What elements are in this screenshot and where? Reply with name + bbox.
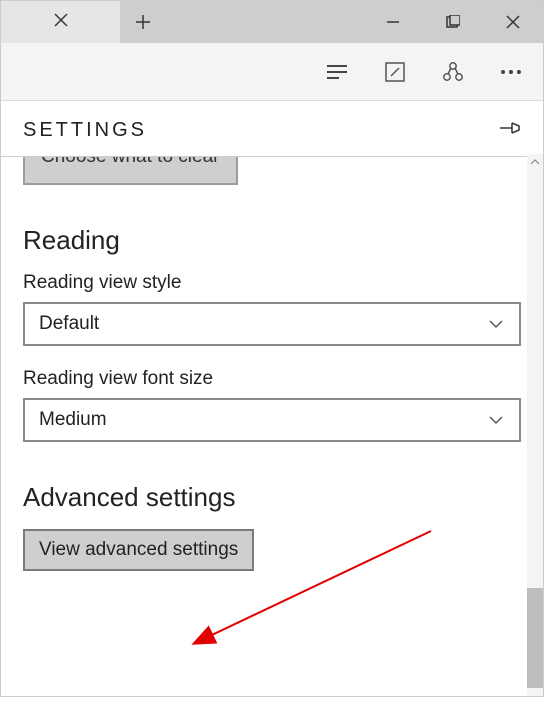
share-icon[interactable] — [429, 48, 477, 96]
chevron-down-icon — [487, 411, 505, 429]
reading-fontsize-label: Reading view font size — [23, 368, 521, 390]
web-note-icon[interactable] — [371, 48, 419, 96]
panel-title: SETTINGS — [23, 119, 147, 142]
scrollbar[interactable] — [527, 154, 543, 696]
panel-header: SETTINGS — [1, 101, 543, 157]
tab[interactable] — [1, 1, 120, 43]
view-advanced-label: View advanced settings — [39, 539, 238, 560]
advanced-heading: Advanced settings — [23, 482, 521, 513]
panel-body: Choose what to clear Reading Reading vie… — [1, 157, 543, 702]
chevron-down-icon — [487, 315, 505, 333]
scroll-up-icon[interactable] — [527, 154, 543, 170]
titlebar — [1, 1, 543, 43]
close-tab-icon[interactable] — [53, 11, 69, 34]
pin-icon[interactable] — [499, 120, 521, 141]
view-advanced-settings-button[interactable]: View advanced settings — [23, 529, 254, 571]
choose-clear-label: Choose what to clear — [41, 157, 220, 168]
minimize-button[interactable] — [363, 1, 423, 43]
reading-view-icon[interactable] — [313, 48, 361, 96]
reading-style-value: Default — [39, 313, 99, 335]
new-tab-button[interactable] — [120, 1, 166, 43]
maximize-button[interactable] — [423, 1, 483, 43]
reading-heading: Reading — [23, 225, 521, 256]
reading-fontsize-value: Medium — [39, 409, 107, 431]
scroll-thumb[interactable] — [527, 588, 543, 688]
reading-style-label: Reading view style — [23, 272, 521, 294]
close-window-button[interactable] — [483, 1, 543, 43]
toolbar — [1, 43, 543, 101]
choose-clear-button[interactable]: Choose what to clear — [23, 157, 238, 185]
reading-style-select[interactable]: Default — [23, 302, 521, 346]
more-icon[interactable] — [487, 48, 535, 96]
reading-fontsize-select[interactable]: Medium — [23, 398, 521, 442]
